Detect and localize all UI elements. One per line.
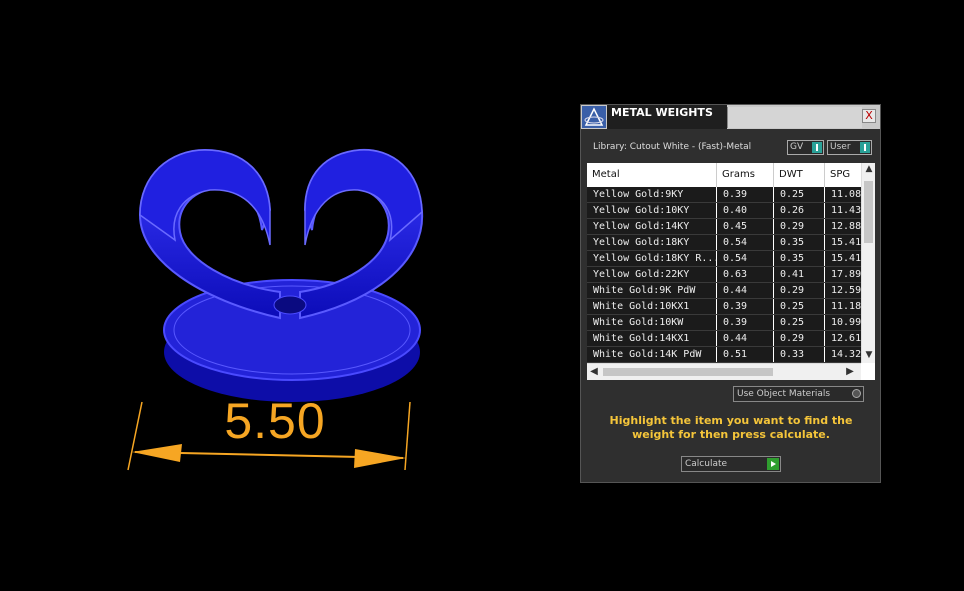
- table-cell-spg: 15.41: [831, 253, 861, 264]
- table-cell-dwt: 0.29: [774, 219, 825, 234]
- radio-icon: [852, 389, 861, 398]
- table-cell-spg: 11.08: [831, 189, 861, 200]
- table-cell-spg: 10.99: [831, 317, 861, 328]
- table-row[interactable]: Yellow Gold:9KY 0.39 0.25 11.08: [587, 187, 861, 203]
- table-cell-spg: 14.32: [831, 349, 861, 360]
- gv-toggle-label: GV: [790, 142, 804, 152]
- table-row[interactable]: Yellow Gold:18KY 0.54 0.35 15.41: [587, 235, 861, 251]
- table-cell-grams: 0.39: [717, 299, 774, 314]
- toggle-indicator-icon: [812, 142, 822, 153]
- table-cell-dwt: 0.26: [774, 203, 825, 218]
- use-object-materials-toggle[interactable]: Use Object Materials: [733, 386, 864, 402]
- table-cell-dwt: 0.35: [774, 235, 825, 250]
- horizontal-scrollbar[interactable]: ◀ ▶: [587, 363, 861, 380]
- table-cell-metal: Yellow Gold:14KY: [587, 219, 717, 234]
- ring-model: [127, 148, 424, 471]
- table-body: Yellow Gold:9KY 0.39 0.25 11.08 Yellow Gold:…: [587, 187, 861, 363]
- table-header: Metal Grams DWT SPG: [587, 163, 861, 187]
- table-cell-grams: 0.40: [717, 203, 774, 218]
- close-button[interactable]: X: [862, 109, 876, 123]
- use-object-materials-label: Use Object Materials: [737, 389, 831, 399]
- metal-table[interactable]: Metal Grams DWT SPG Yellow Gold:9KY 0.39 0…: [587, 163, 875, 380]
- table-cell-grams: 0.44: [717, 331, 774, 346]
- table-cell-metal: Yellow Gold:18KY: [587, 235, 717, 250]
- column-header-spg[interactable]: SPG: [825, 163, 861, 187]
- table-cell-dwt: 0.29: [774, 331, 825, 346]
- table-cell-grams: 0.39: [717, 187, 774, 202]
- table-cell-metal: White Gold:10KX1: [587, 299, 717, 314]
- table-cell-grams: 0.63: [717, 267, 774, 282]
- calculate-label: Calculate: [685, 459, 728, 469]
- table-cell-grams: 0.54: [717, 251, 774, 266]
- table-cell-dwt: 0.25: [774, 187, 825, 202]
- table-cell-grams: 0.39: [717, 315, 774, 330]
- table-cell-metal: Yellow Gold:10KY: [587, 203, 717, 218]
- matrix-logo-icon: [582, 106, 606, 128]
- table-cell-dwt: 0.25: [774, 299, 825, 314]
- metal-weights-panel: METAL WEIGHTS X Library: Cutout White - …: [580, 104, 881, 483]
- column-header-dwt[interactable]: DWT: [774, 163, 825, 187]
- table-row[interactable]: White Gold:14K PdW 0.51 0.33 14.32: [587, 347, 861, 363]
- horizontal-scroll-thumb[interactable]: [603, 368, 773, 376]
- titlebar-spacer: [727, 107, 862, 128]
- table-cell-metal: White Gold:9K PdW: [587, 283, 717, 298]
- gv-toggle[interactable]: GV: [787, 140, 824, 155]
- table-cell-metal: White Gold:14K PdW: [587, 347, 717, 362]
- table-cell-dwt: 0.41: [774, 267, 825, 282]
- instruction-text: Highlight the item you want to find the …: [609, 414, 853, 441]
- table-row[interactable]: Yellow Gold:18KY R... 0.54 0.35 15.41: [587, 251, 861, 267]
- scroll-down-icon[interactable]: ▼: [862, 349, 876, 361]
- vertical-scroll-thumb[interactable]: [864, 181, 873, 243]
- toggle-indicator-icon: [860, 142, 870, 153]
- table-cell-dwt: 0.33: [774, 347, 825, 362]
- table-row[interactable]: White Gold:9K PdW 0.44 0.29 12.59: [587, 283, 861, 299]
- table-cell-spg: 15.41: [831, 237, 861, 248]
- table-cell-grams: 0.54: [717, 235, 774, 250]
- table-cell-spg: 12.61: [831, 333, 861, 344]
- scroll-up-icon[interactable]: ▲: [862, 163, 876, 175]
- table-cell-metal: White Gold:14KX1: [587, 331, 717, 346]
- table-cell-metal: Yellow Gold:18KY R...: [587, 251, 717, 266]
- column-header-metal[interactable]: Metal: [587, 163, 717, 187]
- scroll-right-icon[interactable]: ▶: [843, 364, 857, 380]
- table-cell-grams: 0.45: [717, 219, 774, 234]
- table-row[interactable]: Yellow Gold:14KY 0.45 0.29 12.88: [587, 219, 861, 235]
- scroll-left-icon[interactable]: ◀: [587, 364, 601, 380]
- table-cell-spg: 11.43: [831, 205, 861, 216]
- play-arrow-icon: [767, 458, 779, 470]
- table-row[interactable]: White Gold:14KX1 0.44 0.29 12.61: [587, 331, 861, 347]
- calculate-button[interactable]: Calculate: [681, 456, 781, 472]
- table-row[interactable]: Yellow Gold:10KY 0.40 0.26 11.43: [587, 203, 861, 219]
- vertical-scrollbar[interactable]: ▲ ▼: [861, 163, 875, 363]
- library-label: Library: Cutout White - (Fast)-Metal: [593, 142, 752, 152]
- table-cell-dwt: 0.29: [774, 283, 825, 298]
- table-cell-metal: White Gold:10KW: [587, 315, 717, 330]
- table-cell-spg: 11.18: [831, 301, 861, 312]
- table-cell-dwt: 0.35: [774, 251, 825, 266]
- table-cell-spg: 17.89: [831, 269, 861, 280]
- panel-title: METAL WEIGHTS: [607, 105, 727, 129]
- table-cell-spg: 12.88: [831, 221, 861, 232]
- table-cell-dwt: 0.25: [774, 315, 825, 330]
- table-row[interactable]: White Gold:10KX1 0.39 0.25 11.18: [587, 299, 861, 315]
- table-cell-metal: Yellow Gold:22KY: [587, 267, 717, 282]
- column-header-grams[interactable]: Grams: [717, 163, 774, 187]
- table-cell-grams: 0.51: [717, 347, 774, 362]
- table-cell-spg: 12.59: [831, 285, 861, 296]
- 3d-viewport[interactable]: 5.50: [0, 0, 560, 591]
- user-toggle[interactable]: User: [827, 140, 872, 155]
- table-row[interactable]: Yellow Gold:22KY 0.63 0.41 17.89: [587, 267, 861, 283]
- table-row[interactable]: White Gold:10KW 0.39 0.25 10.99: [587, 315, 861, 331]
- panel-titlebar[interactable]: METAL WEIGHTS X: [581, 105, 880, 129]
- table-cell-grams: 0.44: [717, 283, 774, 298]
- table-cell-metal: Yellow Gold:9KY: [587, 187, 717, 202]
- dimension-label: 5.50: [224, 393, 326, 449]
- user-toggle-label: User: [830, 142, 851, 152]
